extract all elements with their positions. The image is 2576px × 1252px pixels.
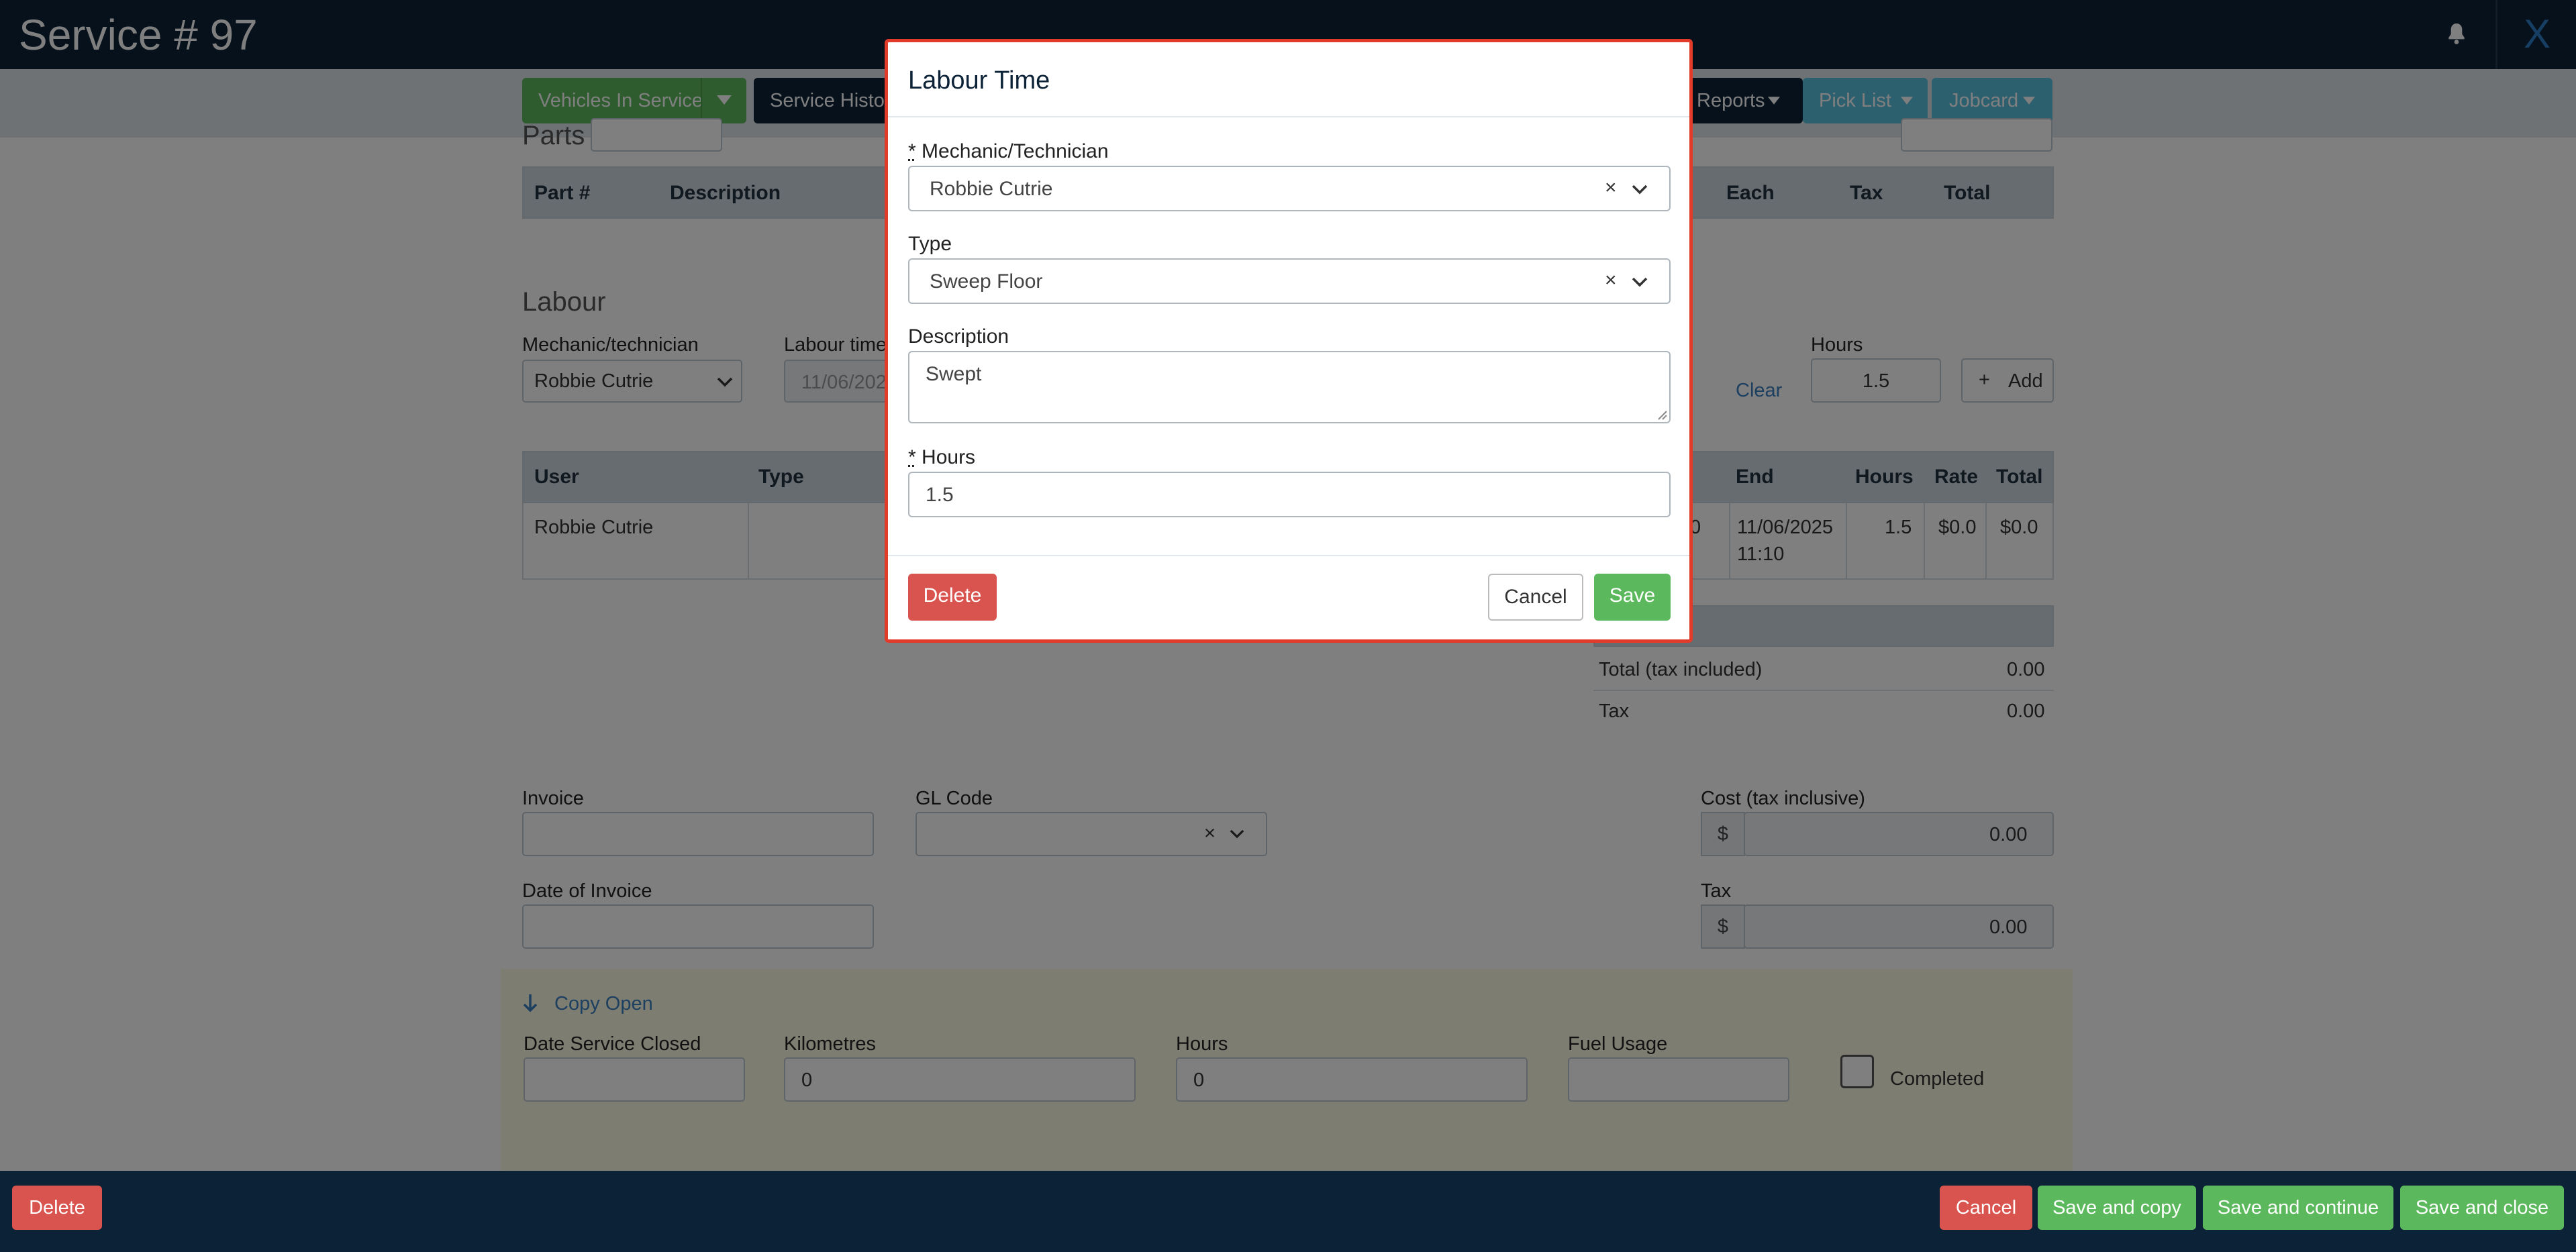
labour-time-modal: Labour Time * Mechanic/Technician Robbie… [885,39,1693,643]
modal-cancel-button[interactable]: Cancel [1488,574,1583,621]
cancel-button[interactable]: Cancel [1940,1186,2032,1230]
modal-footer-divider [888,555,1689,556]
save-and-close-button[interactable]: Save and close [2400,1186,2564,1230]
modal-title: Labour Time [908,66,1050,95]
resize-handle-icon[interactable] [1657,410,1668,421]
modal-hours-input[interactable]: 1.5 [908,472,1671,517]
modal-description-textarea[interactable]: Swept [908,351,1671,423]
modal-hours-value: 1.5 [926,484,954,506]
modal-type-select[interactable]: Sweep Floor × [908,258,1671,304]
required-mark: * [908,446,916,468]
modal-hours-label-text: Hours [922,446,976,468]
modal-type-value: Sweep Floor [930,270,1043,293]
modal-mechanic-value: Robbie Cutrie [930,178,1053,200]
save-and-copy-button[interactable]: Save and copy [2038,1186,2196,1230]
modal-type-label: Type [908,233,952,255]
clear-icon[interactable]: × [1605,269,1617,292]
required-mark: * [908,140,916,162]
chevron-down-icon[interactable] [1632,277,1648,288]
modal-description-label: Description [908,325,1009,348]
clear-icon[interactable]: × [1605,176,1617,199]
modal-hours-label: * Hours [908,446,975,469]
modal-mechanic-label: * Mechanic/Technician [908,140,1109,163]
chevron-down-icon[interactable] [1632,185,1648,195]
modal-mechanic-label-text: Mechanic/Technician [922,140,1109,162]
modal-description-value: Swept [926,363,982,385]
modal-mechanic-select[interactable]: Robbie Cutrie × [908,166,1671,211]
save-and-continue-button[interactable]: Save and continue [2203,1186,2393,1230]
modal-header-divider [888,116,1689,117]
delete-button[interactable]: Delete [12,1186,102,1230]
modal-delete-button[interactable]: Delete [908,574,997,621]
modal-save-button[interactable]: Save [1594,574,1671,621]
